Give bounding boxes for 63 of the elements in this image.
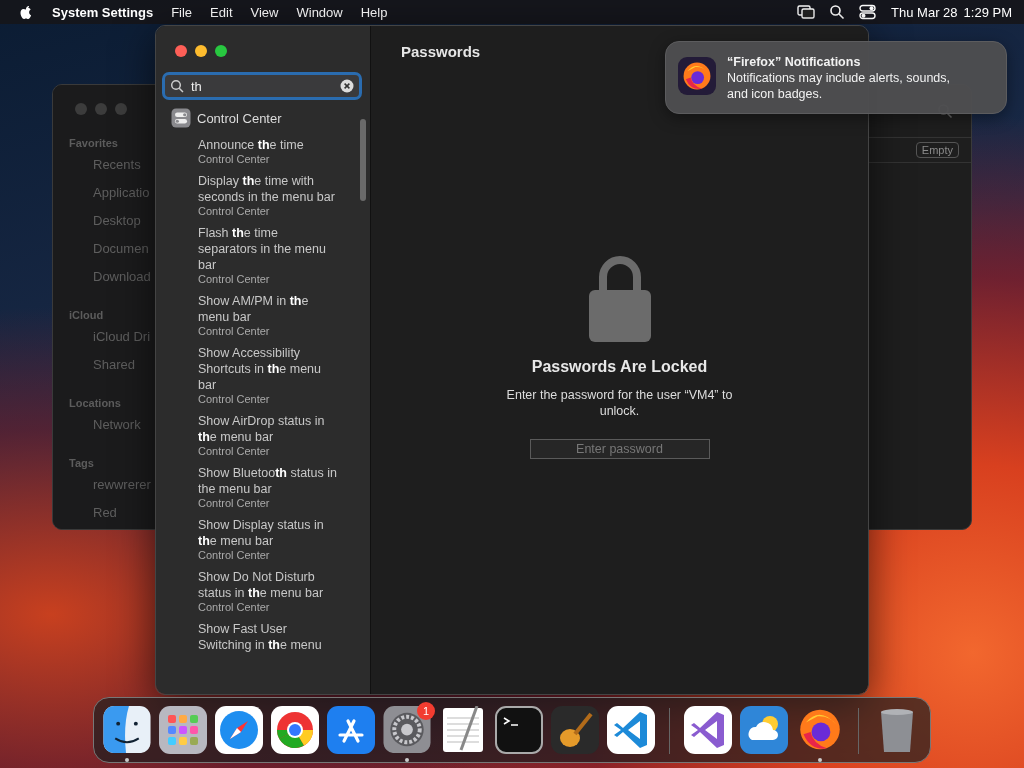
guitar-icon[interactable] xyxy=(551,706,599,754)
search-icon[interactable] xyxy=(829,4,846,20)
locked-heading: Passwords Are Locked xyxy=(531,358,708,376)
running-indicator xyxy=(818,758,822,762)
result-category: Control Center xyxy=(198,601,271,614)
search-icon xyxy=(170,79,184,93)
app-grid-icon[interactable] xyxy=(159,706,207,754)
app-menu[interactable]: System Settings xyxy=(52,4,154,20)
search-result[interactable]: Announce the time xyxy=(198,137,340,153)
sidebar-heading: iCloud xyxy=(69,309,105,321)
notification-title: “Firefox” Notifications xyxy=(727,54,862,70)
clear-icon[interactable] xyxy=(340,79,354,93)
result-category: Control Center xyxy=(198,153,271,166)
sidebar-heading: Locations xyxy=(69,397,122,409)
scrollbar-thumb[interactable] xyxy=(360,119,366,201)
menu-item[interactable]: View xyxy=(250,4,279,20)
control-center-icon[interactable] xyxy=(859,4,878,20)
result-category: Control Center xyxy=(198,549,271,562)
face-icon[interactable] xyxy=(103,706,151,754)
sidebar-heading: Tags xyxy=(69,457,95,469)
result-group-title[interactable]: Control Center xyxy=(197,110,282,126)
menu-item[interactable]: Help xyxy=(360,4,388,20)
result-category: Control Center xyxy=(198,497,271,510)
search-result[interactable]: Show AM/PM in the menu bar xyxy=(198,293,340,325)
sidebar-heading: Favorites xyxy=(69,137,119,149)
notification-badge: 1 xyxy=(417,702,435,720)
menu-item[interactable]: Window xyxy=(296,4,343,20)
search-result[interactable]: Show Accessibility Shortcuts in the menu bar xyxy=(198,345,340,393)
result-category: Control Center xyxy=(198,325,271,338)
search-result[interactable]: Show Bluetooth status in the menu bar xyxy=(198,465,340,497)
search-result[interactable]: Display the time with seconds in the menu bar xyxy=(198,173,340,205)
empty-badge: Empty xyxy=(915,142,959,158)
result-category: Control Center xyxy=(198,445,271,458)
running-indicator xyxy=(405,758,409,762)
search-result[interactable]: Show AirDrop status in the menu bar xyxy=(198,413,340,445)
search-result[interactable]: Show Do Not Disturb status in the menu bar xyxy=(198,569,340,601)
menu-bar-date[interactable]: Thu Mar 28 xyxy=(891,4,958,20)
ribbon-logo-icon[interactable] xyxy=(684,706,732,754)
cloud-sun-icon[interactable] xyxy=(740,706,788,754)
notification-body: Notifications may include alerts, sounds, and icon badges. xyxy=(727,70,952,102)
apple-logo-icon[interactable] xyxy=(18,3,34,21)
notification-banner[interactable]: “Firefox” Notifications Notifications may include alerts, sounds, and icon badges. xyxy=(665,41,1007,114)
gear-icon[interactable] xyxy=(383,706,431,754)
window-title: Passwords xyxy=(401,43,481,60)
running-indicator xyxy=(125,758,129,762)
letter-a-icon[interactable] xyxy=(327,706,375,754)
search-result[interactable]: Flash the time separators in the menu bar xyxy=(198,225,340,273)
screen-mirroring-icon[interactable] xyxy=(797,4,816,20)
terminal-prompt-icon[interactable] xyxy=(495,706,543,754)
result-category: Control Center xyxy=(198,273,271,286)
toggle-switches-icon xyxy=(171,108,191,128)
password-field[interactable]: Enter password xyxy=(529,439,710,459)
menu-item[interactable]: Edit xyxy=(210,4,233,20)
search-result[interactable]: Show Fast User Switching in the menu xyxy=(198,621,340,653)
search-field[interactable]: th xyxy=(162,72,362,100)
menu-bar-clock[interactable]: 1:29 PM xyxy=(963,4,1012,20)
result-category: Control Center xyxy=(198,205,271,218)
result-category: Control Center xyxy=(198,393,271,406)
unlock-message: Enter the password for the user “VM4” to unlock. xyxy=(505,387,734,419)
ribbon-logo-icon[interactable] xyxy=(607,706,655,754)
menu-item[interactable]: File xyxy=(171,4,193,20)
search-result[interactable]: Show Display status in the menu bar xyxy=(198,517,340,549)
compass-icon[interactable] xyxy=(215,706,263,754)
